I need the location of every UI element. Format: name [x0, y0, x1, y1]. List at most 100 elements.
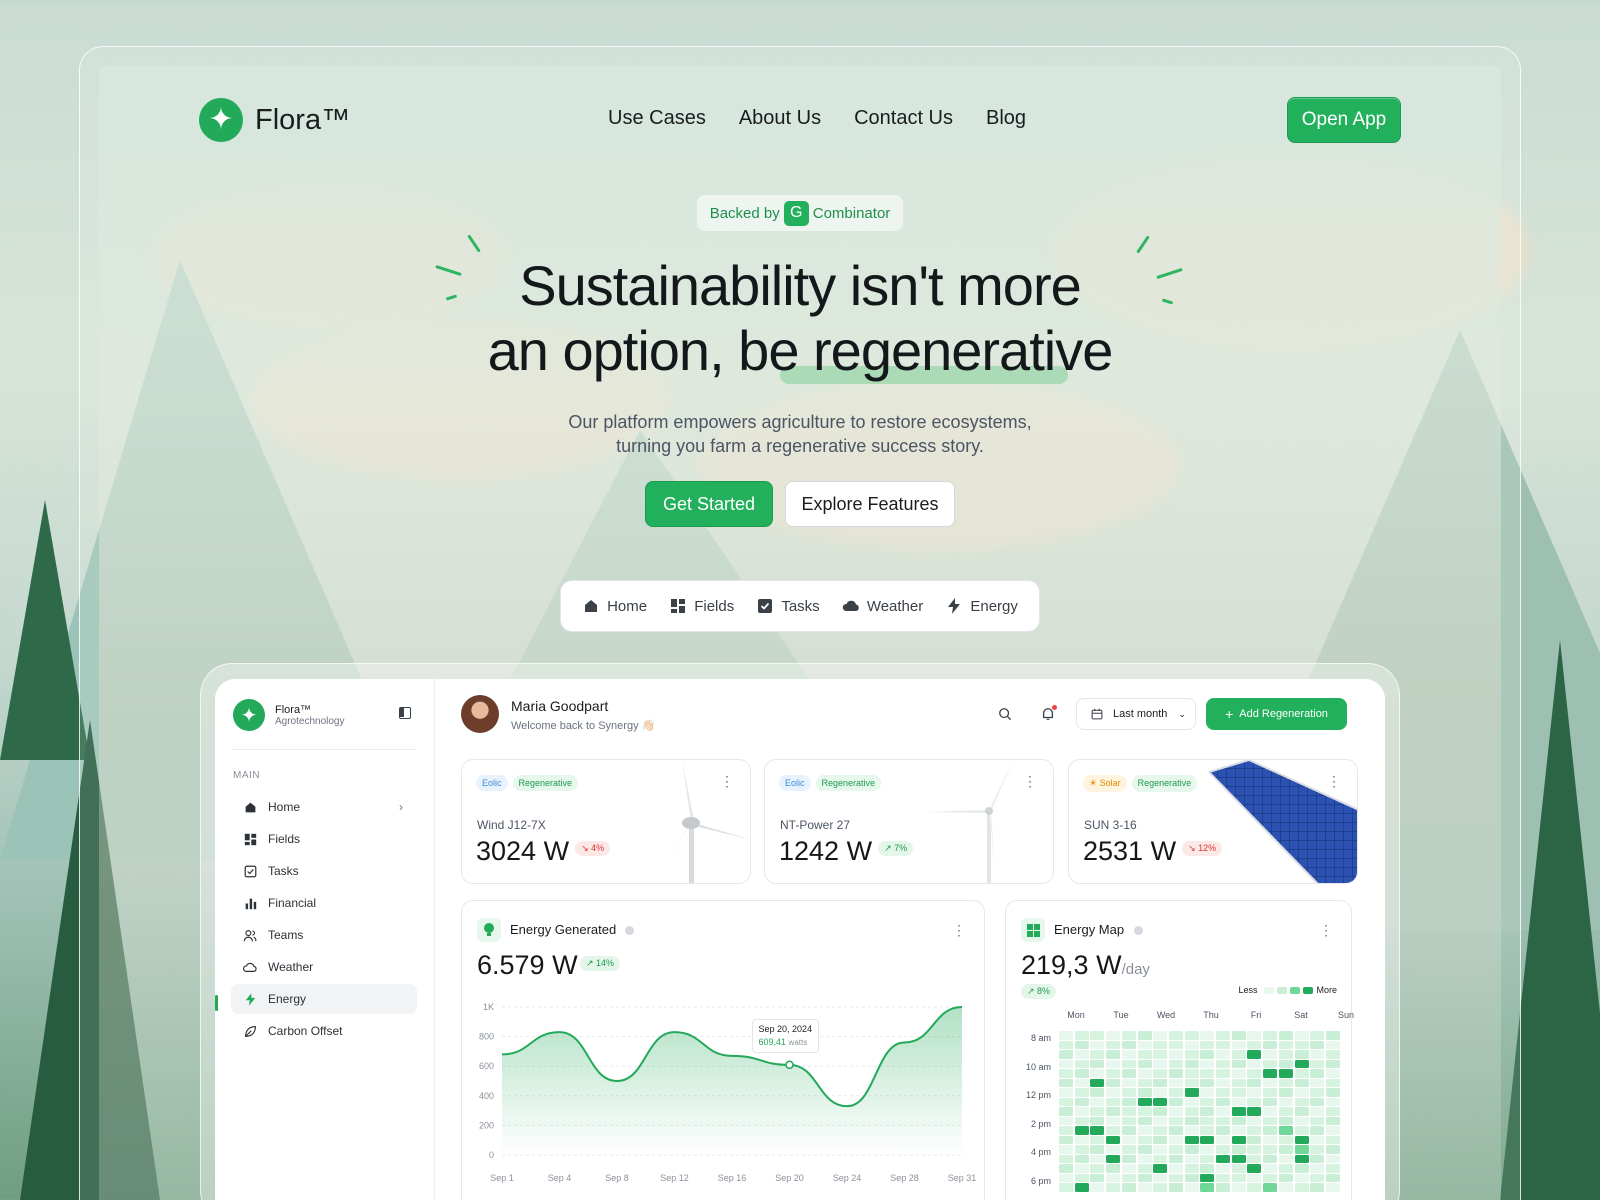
heatmap-cell[interactable] — [1325, 1173, 1340, 1182]
heatmap-cell[interactable] — [1278, 1031, 1293, 1040]
heatmap-cell[interactable] — [1074, 1050, 1089, 1059]
heatmap-cell[interactable] — [1294, 1126, 1309, 1135]
tab-tasks[interactable]: Tasks — [756, 597, 820, 615]
heatmap-cell[interactable] — [1294, 1107, 1309, 1116]
heatmap-cell[interactable] — [1074, 1078, 1089, 1087]
tab-energy[interactable]: Energy — [945, 597, 1018, 615]
heatmap-cell[interactable] — [1325, 1116, 1340, 1125]
heatmap-cell[interactable] — [1184, 1135, 1199, 1144]
heatmap-cell[interactable] — [1168, 1059, 1183, 1068]
heatmap-cell[interactable] — [1247, 1116, 1262, 1125]
heatmap-cell[interactable] — [1263, 1031, 1278, 1040]
heatmap-cell[interactable] — [1310, 1183, 1325, 1192]
heatmap-cell[interactable] — [1216, 1126, 1230, 1135]
heatmap-cell[interactable] — [1059, 1145, 1073, 1154]
heatmap-cell[interactable] — [1200, 1164, 1215, 1173]
heatmap-cell[interactable] — [1263, 1069, 1278, 1078]
heatmap-cell[interactable] — [1153, 1173, 1168, 1182]
heatmap-cell[interactable] — [1184, 1164, 1199, 1173]
heatmap-cell[interactable] — [1200, 1078, 1215, 1087]
heatmap-cell[interactable] — [1153, 1059, 1168, 1068]
heatmap-cell[interactable] — [1090, 1107, 1105, 1116]
heatmap-cell[interactable] — [1247, 1145, 1262, 1154]
sidebar-item-carbon-offset[interactable]: Carbon Offset — [231, 1016, 417, 1046]
heatmap-cell[interactable] — [1278, 1145, 1293, 1154]
heatmap-cell[interactable] — [1216, 1078, 1230, 1087]
heatmap-cell[interactable] — [1059, 1154, 1073, 1163]
heatmap-cell[interactable] — [1216, 1173, 1230, 1182]
heatmap-cell[interactable] — [1137, 1173, 1152, 1182]
device-card-nt-power[interactable]: Eolic Regenerative ⋮ NT-Power 27 1242 W ↗… — [764, 759, 1054, 884]
heatmap-cell[interactable] — [1153, 1154, 1168, 1163]
info-icon[interactable] — [1134, 926, 1143, 935]
heatmap-cell[interactable] — [1153, 1107, 1168, 1116]
heatmap-cell[interactable] — [1231, 1097, 1246, 1106]
explore-features-button[interactable]: Explore Features — [785, 481, 955, 527]
sidebar-collapse-icon[interactable] — [399, 707, 411, 719]
heatmap-cell[interactable] — [1216, 1116, 1230, 1125]
sidebar-item-financial[interactable]: Financial — [231, 888, 417, 918]
tab-fields[interactable]: Fields — [669, 597, 734, 615]
heatmap-cell[interactable] — [1121, 1069, 1136, 1078]
heatmap-cell[interactable] — [1059, 1116, 1073, 1125]
heatmap-cell[interactable] — [1059, 1135, 1073, 1144]
heatmap-cell[interactable] — [1216, 1040, 1230, 1049]
heatmap-cell[interactable] — [1137, 1088, 1152, 1097]
heatmap-cell[interactable] — [1278, 1050, 1293, 1059]
heatmap-cell[interactable] — [1247, 1164, 1262, 1173]
heatmap-cell[interactable] — [1310, 1069, 1325, 1078]
heatmap-cell[interactable] — [1263, 1173, 1278, 1182]
heatmap-cell[interactable] — [1200, 1069, 1215, 1078]
heatmap-cell[interactable] — [1106, 1145, 1121, 1154]
heatmap-cell[interactable] — [1106, 1116, 1121, 1125]
heatmap-cell[interactable] — [1153, 1116, 1168, 1125]
heatmap-cell[interactable] — [1137, 1164, 1152, 1173]
heatmap-cell[interactable] — [1325, 1059, 1340, 1068]
heatmap-cell[interactable] — [1310, 1154, 1325, 1163]
heatmap-cell[interactable] — [1059, 1183, 1073, 1192]
heatmap-cell[interactable] — [1121, 1116, 1136, 1125]
heatmap-cell[interactable] — [1325, 1097, 1340, 1106]
sidebar-item-weather[interactable]: Weather — [231, 952, 417, 982]
heatmap-cell[interactable] — [1090, 1031, 1105, 1040]
heatmap-cell[interactable] — [1310, 1173, 1325, 1182]
nav-use-cases[interactable]: Use Cases — [608, 107, 706, 130]
heatmap-cell[interactable] — [1153, 1164, 1168, 1173]
heatmap-cell[interactable] — [1278, 1059, 1293, 1068]
heatmap-cell[interactable] — [1074, 1135, 1089, 1144]
heatmap-cell[interactable] — [1200, 1031, 1215, 1040]
heatmap-cell[interactable] — [1074, 1040, 1089, 1049]
heatmap-cell[interactable] — [1168, 1183, 1183, 1192]
heatmap-cell[interactable] — [1074, 1145, 1089, 1154]
heatmap-cell[interactable] — [1294, 1040, 1309, 1049]
heatmap-cell[interactable] — [1263, 1059, 1278, 1068]
heatmap-cell[interactable] — [1153, 1097, 1168, 1106]
heatmap-cell[interactable] — [1090, 1040, 1105, 1049]
heatmap-cell[interactable] — [1325, 1154, 1340, 1163]
heatmap-cell[interactable] — [1153, 1078, 1168, 1087]
heatmap-cell[interactable] — [1168, 1164, 1183, 1173]
heatmap-cell[interactable] — [1121, 1135, 1136, 1144]
heatmap-cell[interactable] — [1310, 1088, 1325, 1097]
device-card-sun-316[interactable]: ☀ Solar Regenerative ⋮ SUN 3-16 2531 W ↘ … — [1068, 759, 1358, 884]
heatmap-cell[interactable] — [1231, 1040, 1246, 1049]
sidebar-item-fields[interactable]: Fields — [231, 824, 417, 854]
heatmap-cell[interactable] — [1278, 1126, 1293, 1135]
heatmap-cell[interactable] — [1247, 1107, 1262, 1116]
heatmap-cell[interactable] — [1121, 1040, 1136, 1049]
heatmap-cell[interactable] — [1074, 1154, 1089, 1163]
heatmap-cell[interactable] — [1153, 1183, 1168, 1192]
heatmap-cell[interactable] — [1231, 1145, 1246, 1154]
heatmap-cell[interactable] — [1263, 1078, 1278, 1087]
heatmap-cell[interactable] — [1278, 1097, 1293, 1106]
heatmap-cell[interactable] — [1137, 1145, 1152, 1154]
heatmap-cell[interactable] — [1184, 1088, 1199, 1097]
open-app-button[interactable]: Open App — [1287, 97, 1401, 143]
heatmap-cell[interactable] — [1247, 1069, 1262, 1078]
heatmap-cell[interactable] — [1059, 1164, 1073, 1173]
heatmap-cell[interactable] — [1325, 1078, 1340, 1087]
heatmap-cell[interactable] — [1278, 1164, 1293, 1173]
nav-blog[interactable]: Blog — [986, 107, 1026, 130]
sidebar-item-home[interactable]: Home › — [231, 792, 417, 822]
heatmap-cell[interactable] — [1294, 1116, 1309, 1125]
